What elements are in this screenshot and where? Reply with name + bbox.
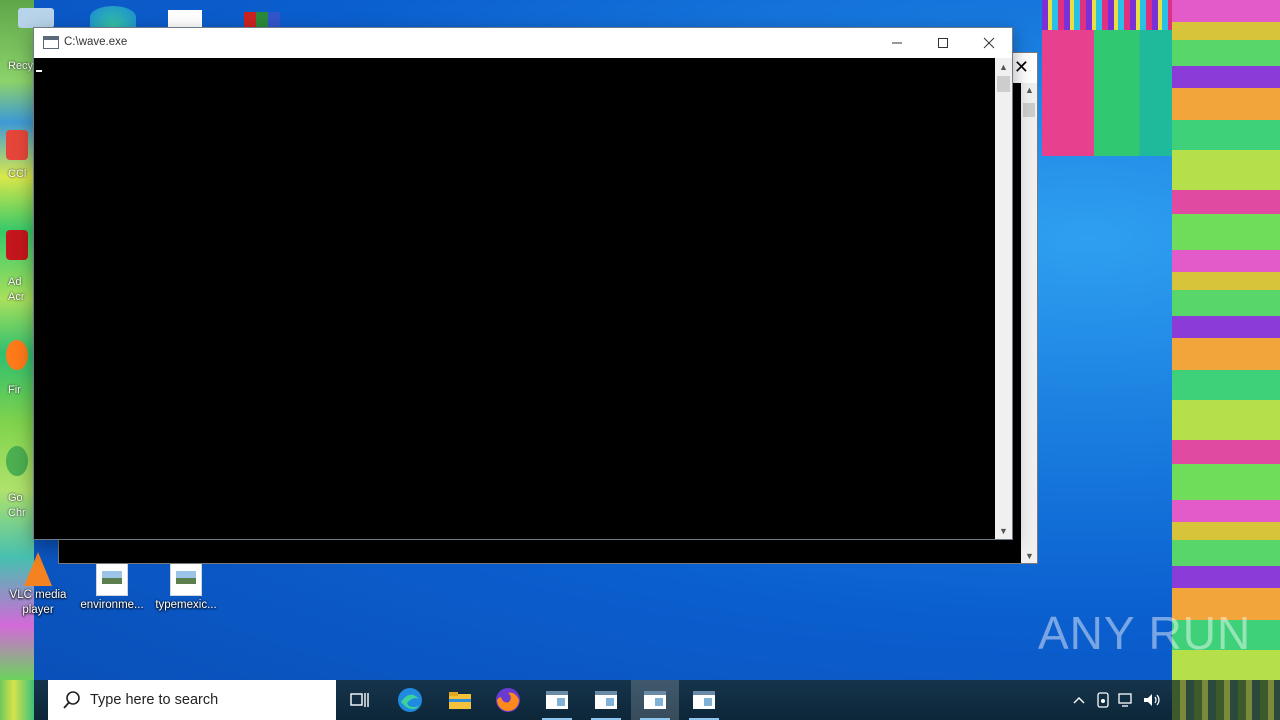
title-bar[interactable]: C:\wave.exe [34, 28, 1012, 58]
firefox-desktop-icon[interactable] [6, 340, 28, 370]
chrome-icon[interactable] [6, 446, 28, 476]
vlc-icon [22, 552, 54, 586]
search-box[interactable] [48, 680, 336, 720]
maximize-button[interactable] [920, 28, 966, 58]
minimize-icon [892, 42, 902, 44]
task-view-icon [350, 693, 369, 707]
firefox-taskbar-button[interactable] [484, 680, 532, 720]
app-taskbar-button-1[interactable] [533, 680, 581, 720]
image-file-icon [96, 562, 128, 596]
glitch-artifact-right [1172, 0, 1280, 680]
maximize-icon [938, 38, 948, 48]
file-explorer-icon [449, 692, 471, 709]
network-icon [1118, 693, 1132, 707]
search-icon [62, 690, 82, 710]
desktop-icon-typemexic[interactable]: typemexic... [148, 562, 224, 613]
show-hidden-icons-button[interactable] [1068, 680, 1090, 720]
volume-tray-button[interactable] [1140, 680, 1164, 720]
volume-icon [1144, 694, 1160, 706]
image-file-icon [170, 562, 202, 596]
document-icon[interactable] [168, 10, 202, 28]
chevron-down-icon[interactable]: ▼ [995, 522, 1012, 539]
desktop-icon-label: Recy [8, 60, 34, 72]
scrollbar[interactable]: ▲ ▼ [1021, 83, 1037, 563]
desktop-icon-label: VLC media player [9, 589, 67, 616]
window-title: C:\wave.exe [64, 36, 128, 48]
desktop-icon-label: Acr [8, 291, 25, 303]
edge-taskbar-button[interactable] [386, 680, 434, 720]
desktop-icon-label: Go [8, 492, 23, 504]
app-window-icon [644, 691, 666, 709]
chevron-up-icon [1073, 697, 1085, 704]
taskbar [0, 680, 1280, 720]
firefox-icon [496, 688, 520, 712]
start-button[interactable] [0, 680, 34, 720]
console-output[interactable] [34, 58, 995, 539]
scroll-thumb[interactable] [1023, 103, 1035, 117]
device-tray-button[interactable] [1092, 680, 1114, 720]
desktop-icon-label: Fir [8, 384, 21, 396]
edge-icon [398, 688, 422, 712]
acrobat-icon[interactable] [6, 230, 28, 260]
chevron-down-icon[interactable]: ▼ [1025, 551, 1034, 561]
device-icon [1097, 692, 1109, 708]
edge-desktop-icon[interactable] [90, 6, 136, 28]
console-app-icon [43, 36, 59, 49]
chevron-up-icon[interactable]: ▲ [1025, 85, 1034, 95]
app-window-icon [546, 691, 568, 709]
console-window[interactable]: C:\wave.exe ▲ ▼ [33, 27, 1013, 540]
desktop-icon-label: typemexic... [155, 599, 217, 611]
close-icon[interactable]: ✕ [1014, 57, 1029, 78]
watermark: ANY RUN [1038, 607, 1252, 659]
scroll-thumb[interactable] [997, 76, 1010, 92]
desktop-icon-label: environme... [80, 599, 144, 611]
app-window-icon [595, 691, 617, 709]
search-input[interactable] [88, 691, 312, 709]
glitch-artifact-top-strip [1042, 0, 1172, 30]
chevron-up-icon[interactable]: ▲ [995, 58, 1012, 75]
close-button[interactable] [966, 28, 1012, 58]
desktop-icon-label: Chr [8, 507, 26, 519]
task-view-button[interactable] [336, 680, 384, 720]
app-taskbar-button-2[interactable] [582, 680, 630, 720]
file-explorer-button[interactable] [436, 680, 484, 720]
recycle-bin-icon[interactable] [18, 8, 54, 28]
app-taskbar-button-4[interactable] [680, 680, 728, 720]
clock-area[interactable] [1172, 680, 1280, 720]
app-window-icon [693, 691, 715, 709]
minimize-button[interactable] [874, 28, 920, 58]
text-cursor [36, 70, 42, 72]
desktop-icon-label: CCl [8, 168, 27, 180]
winrar-icon[interactable] [244, 12, 280, 28]
network-tray-button[interactable] [1116, 680, 1138, 720]
app-taskbar-button-3[interactable] [631, 680, 679, 720]
desktop-icon-label: Ad [8, 276, 22, 288]
scrollbar[interactable]: ▲ ▼ [995, 58, 1012, 539]
desktop-icon-environment[interactable]: environme... [74, 562, 150, 613]
ccleaner-icon[interactable] [6, 130, 28, 160]
close-icon [983, 37, 995, 49]
